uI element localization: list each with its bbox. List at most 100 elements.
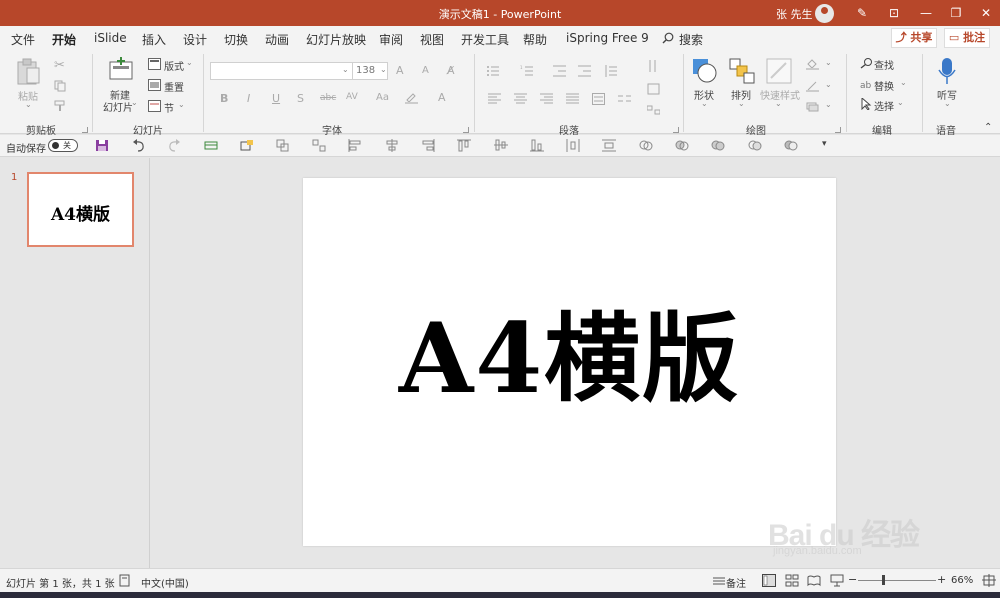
align-left-objects-icon[interactable] xyxy=(348,139,362,152)
shadow-button[interactable]: S xyxy=(297,92,304,105)
find-icon[interactable] xyxy=(860,57,873,69)
search-icon[interactable] xyxy=(662,32,674,44)
arrange-icon[interactable] xyxy=(729,58,755,84)
merge-intersect-icon[interactable] xyxy=(748,139,762,152)
tab-developer[interactable]: 开发工具 xyxy=(461,31,509,48)
zoom-level[interactable]: 66% xyxy=(951,575,973,586)
justify-icon[interactable] xyxy=(566,93,579,105)
dictate-dropdown-icon[interactable]: ⌄ xyxy=(944,99,951,108)
align-top-objects-icon[interactable] xyxy=(457,139,471,152)
select-dropdown-icon[interactable]: ⌄ xyxy=(897,98,904,107)
shape-effects-dropdown-icon[interactable]: ⌄ xyxy=(825,100,832,109)
tab-help[interactable]: 帮助 xyxy=(523,31,547,48)
reading-view-icon[interactable] xyxy=(807,574,821,587)
replace-label[interactable]: 替换 xyxy=(874,78,894,93)
align-left-icon[interactable] xyxy=(488,93,501,105)
ribbon-display-icon[interactable]: ⊡ xyxy=(880,2,908,24)
new-slide-label-2[interactable]: 幻灯片 xyxy=(103,99,133,114)
section-label[interactable]: 节 xyxy=(164,100,174,115)
bold-button[interactable]: B xyxy=(220,92,228,105)
comment-button[interactable]: ▭ 批注 xyxy=(944,28,990,48)
redo-icon[interactable] xyxy=(167,139,181,152)
underline-button[interactable]: U xyxy=(272,92,280,105)
layout-icon[interactable] xyxy=(148,58,161,70)
select-label[interactable]: 选择 xyxy=(874,98,894,113)
normal-view-icon[interactable] xyxy=(762,574,776,587)
distributed-icon[interactable] xyxy=(592,93,605,105)
line-spacing-icon[interactable] xyxy=(604,65,617,77)
find-label[interactable]: 查找 xyxy=(874,57,894,72)
tab-transitions[interactable]: 切换 xyxy=(224,31,248,48)
increase-indent-icon[interactable] xyxy=(578,65,591,77)
shapes-dropdown-icon[interactable]: ⌄ xyxy=(701,99,708,108)
tab-ispring[interactable]: iSpring Free 9 xyxy=(566,31,649,45)
shapes-icon[interactable] xyxy=(692,58,718,84)
reset-icon[interactable] xyxy=(148,79,161,91)
drawing-launcher[interactable] xyxy=(835,127,841,133)
merge-subtract-icon[interactable] xyxy=(784,139,798,152)
font-name-dropdown-icon[interactable]: ⌄ xyxy=(342,65,349,74)
layout-label[interactable]: 版式 xyxy=(164,58,184,73)
reset-label[interactable]: 重置 xyxy=(164,79,184,94)
slideshow-view-icon[interactable] xyxy=(830,574,844,587)
group-icon[interactable] xyxy=(276,139,290,152)
shape-outline-dropdown-icon[interactable]: ⌄ xyxy=(825,80,832,89)
replace-icon[interactable]: ab xyxy=(860,78,873,90)
user-name[interactable]: 张 先生 xyxy=(776,6,813,22)
align-right-objects-icon[interactable] xyxy=(421,139,435,152)
clipboard-launcher[interactable] xyxy=(82,127,88,133)
highlight-icon[interactable] xyxy=(405,92,418,104)
tab-insert[interactable]: 插入 xyxy=(142,31,166,48)
align-center-icon[interactable] xyxy=(514,93,527,105)
layout-dropdown-icon[interactable]: ⌄ xyxy=(186,58,193,67)
font-name-input[interactable] xyxy=(210,62,353,80)
shrink-font-icon[interactable]: A xyxy=(422,65,429,76)
section-dropdown-icon[interactable]: ⌄ xyxy=(178,100,185,109)
section-icon[interactable] xyxy=(148,100,161,112)
autosave-toggle[interactable]: 关 xyxy=(48,139,78,152)
present-from-start-icon[interactable] xyxy=(204,139,218,152)
microphone-icon[interactable] xyxy=(938,57,956,85)
paragraph-launcher[interactable] xyxy=(673,127,679,133)
customize-qat-icon[interactable]: ▾ xyxy=(822,139,836,152)
merge-fragment-icon[interactable] xyxy=(711,139,725,152)
align-text-icon[interactable] xyxy=(647,83,660,95)
merge-combine-icon[interactable] xyxy=(675,139,689,152)
change-case-button[interactable]: Aa xyxy=(376,92,389,103)
numbering-icon[interactable]: 1 xyxy=(520,65,533,77)
text-direction-icon[interactable] xyxy=(647,60,660,72)
shape-fill-icon[interactable] xyxy=(806,58,819,70)
tab-view[interactable]: 视图 xyxy=(420,31,444,48)
paste-icon[interactable] xyxy=(16,58,42,86)
zoom-in-icon[interactable]: + xyxy=(937,573,946,586)
slide-title-text[interactable]: A4横版 xyxy=(303,304,836,414)
ungroup-icon[interactable] xyxy=(312,139,326,152)
undo-icon[interactable] xyxy=(132,139,146,152)
clear-format-icon[interactable]: A̸ xyxy=(447,64,455,77)
minimize-button[interactable]: — xyxy=(912,2,940,24)
strikethrough-button[interactable]: abc xyxy=(320,93,336,103)
columns-icon[interactable] xyxy=(618,93,631,105)
fit-to-window-icon[interactable] xyxy=(982,574,996,587)
cut-icon[interactable]: ✂ xyxy=(54,58,67,73)
select-cursor-icon[interactable] xyxy=(860,98,873,110)
shape-fill-dropdown-icon[interactable]: ⌄ xyxy=(825,58,832,67)
restore-button[interactable]: ❐ xyxy=(942,2,970,24)
arrange-dropdown-icon[interactable]: ⌄ xyxy=(738,99,745,108)
pen-icon[interactable]: ✎ xyxy=(848,2,876,24)
tab-design[interactable]: 设计 xyxy=(183,31,207,48)
quick-styles-dropdown-icon[interactable]: ⌄ xyxy=(775,99,782,108)
new-slide-icon[interactable] xyxy=(108,57,134,81)
tab-islide[interactable]: iSlide xyxy=(94,31,127,45)
slide-canvas[interactable]: A4横版 xyxy=(303,178,836,546)
align-right-icon[interactable] xyxy=(540,93,553,105)
quick-styles-icon[interactable] xyxy=(766,58,792,84)
collapse-ribbon-icon[interactable]: ⌃ xyxy=(984,122,992,133)
grow-font-icon[interactable]: A xyxy=(396,64,404,77)
tab-file[interactable]: 文件 xyxy=(11,31,35,48)
zoom-slider[interactable] xyxy=(858,580,936,581)
language-status[interactable]: 中文(中国) xyxy=(141,575,189,590)
close-button[interactable]: ✕ xyxy=(972,2,1000,24)
tab-animations[interactable]: 动画 xyxy=(265,31,289,48)
tab-slideshow[interactable]: 幻灯片放映 xyxy=(306,31,366,48)
